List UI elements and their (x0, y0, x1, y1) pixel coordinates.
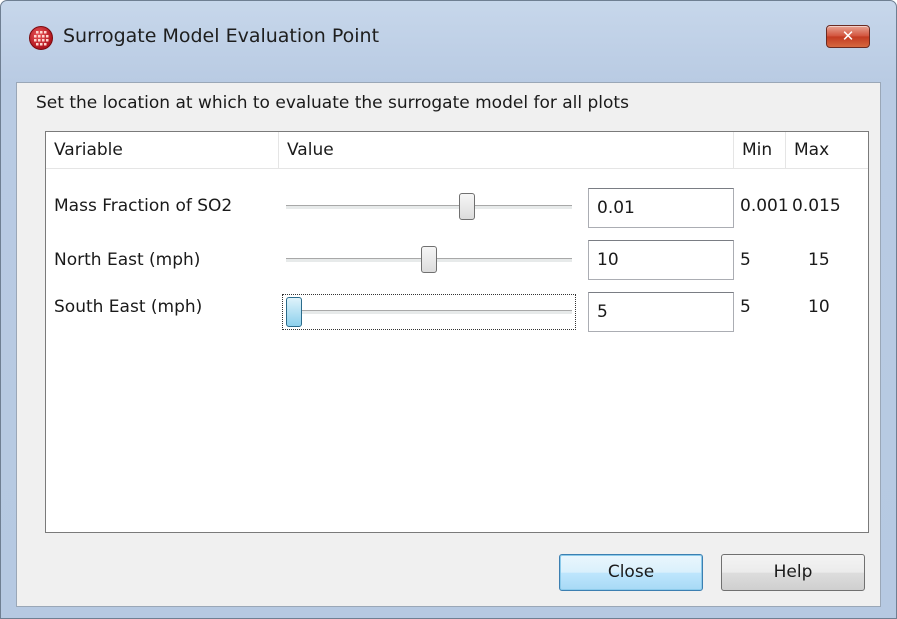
slider-track (286, 205, 572, 210)
instruction-text: Set the location at which to evaluate th… (36, 93, 629, 113)
column-header-variable[interactable]: Variable (46, 132, 279, 168)
slider-track (286, 310, 572, 315)
min-value: 0.001 (740, 196, 789, 216)
max-value: 0.015 (792, 196, 841, 216)
value-slider[interactable] (282, 192, 576, 222)
value-input[interactable] (588, 240, 734, 280)
min-value: 5 (740, 250, 751, 270)
value-input[interactable] (588, 292, 734, 332)
title-bar[interactable]: Surrogate Model Evaluation Point ✕ (1, 1, 896, 71)
dialog-body: Set the location at which to evaluate th… (16, 82, 881, 607)
variables-table: Variable Value Min Max Mass Fraction of … (45, 131, 869, 533)
grid-globe-icon (29, 26, 53, 50)
slider-thumb[interactable] (421, 246, 437, 273)
close-button[interactable]: Close (559, 554, 703, 591)
column-header-max[interactable]: Max (786, 132, 868, 168)
max-value: 10 (808, 297, 830, 317)
variable-label: South East (mph) (54, 297, 203, 317)
variable-label: North East (mph) (54, 250, 201, 270)
min-value: 5 (740, 297, 751, 317)
slider-thumb[interactable] (458, 193, 475, 220)
value-slider[interactable] (282, 294, 576, 330)
value-slider[interactable] (282, 245, 576, 275)
value-input[interactable] (588, 188, 734, 228)
variable-label: Mass Fraction of SO2 (54, 196, 233, 216)
column-header-value[interactable]: Value (279, 132, 734, 168)
table-header: Variable Value Min Max (46, 132, 868, 169)
max-value: 15 (808, 250, 830, 270)
dialog-window: Surrogate Model Evaluation Point ✕ Set t… (0, 0, 897, 619)
close-icon: ✕ (841, 27, 855, 45)
help-button[interactable]: Help (721, 554, 865, 591)
column-header-min[interactable]: Min (734, 132, 786, 168)
window-close-button[interactable]: ✕ (826, 25, 870, 48)
window-title: Surrogate Model Evaluation Point (63, 25, 380, 47)
slider-thumb[interactable] (286, 297, 302, 327)
